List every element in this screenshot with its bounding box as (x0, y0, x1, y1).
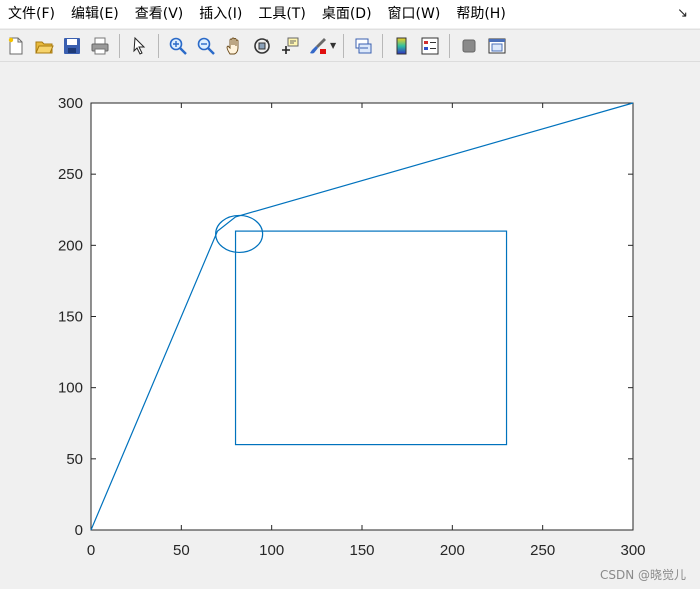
toolbar-separator (119, 33, 120, 58)
y-tick-label: 100 (58, 380, 83, 397)
menu-window[interactable]: 窗口(W) (380, 0, 449, 28)
y-tick-label: 50 (66, 451, 83, 468)
x-tick-label: 100 (259, 542, 284, 559)
print-icon[interactable] (87, 33, 113, 59)
watermark-text: CSDN @晓觉儿 (599, 568, 686, 582)
menu-view[interactable]: 查看(V) (127, 0, 192, 28)
pointer-icon[interactable] (126, 33, 152, 59)
toolbar-separator (343, 33, 345, 58)
zoom-in-icon[interactable] (165, 33, 191, 59)
colorbar-icon[interactable] (389, 33, 415, 59)
hide-plot-tools-icon[interactable] (456, 33, 482, 59)
y-tick-label: 150 (58, 309, 83, 326)
save-icon[interactable] (59, 33, 85, 59)
figure-toolbar: ▼ (0, 29, 700, 62)
menu-help[interactable]: 帮助(H) (448, 0, 513, 28)
rotate-3d-icon[interactable] (249, 33, 275, 59)
figure-canvas: 0 50 100 150 200 250 300 0 50 100 150 200 250 300 CSD… (0, 63, 700, 589)
x-tick-label: 200 (440, 542, 465, 559)
menu-edit[interactable]: 编辑(E) (63, 0, 127, 28)
data-cursor-icon[interactable] (277, 33, 303, 59)
x-tick-label: 300 (620, 542, 645, 559)
show-plot-tools-icon[interactable] (484, 33, 510, 59)
menu-insert[interactable]: 插入(I) (191, 0, 250, 28)
x-tick-label: 0 (87, 542, 95, 559)
toolbar-separator (449, 33, 451, 58)
open-file-icon[interactable] (31, 33, 57, 59)
y-tick-label: 200 (58, 237, 83, 254)
menu-desktop[interactable]: 桌面(D) (314, 0, 380, 28)
menu-file[interactable]: 文件(F) (0, 0, 63, 28)
x-tick-label: 150 (349, 542, 374, 559)
x-tick-label: 250 (530, 542, 555, 559)
brush-dropdown-icon[interactable]: ▼ (330, 41, 336, 50)
new-figure-icon[interactable] (3, 33, 29, 59)
zoom-out-icon[interactable] (193, 33, 219, 59)
toolbar-separator (158, 33, 159, 58)
y-tick-label: 0 (75, 522, 83, 539)
dock-figure-icon[interactable]: ↘ (677, 6, 688, 21)
y-tick-label: 250 (58, 166, 83, 183)
brush-icon[interactable] (305, 33, 331, 59)
x-tick-label: 50 (173, 542, 190, 559)
y-tick-label: 300 (58, 95, 83, 112)
legend-icon[interactable] (417, 33, 443, 59)
menu-tools[interactable]: 工具(T) (250, 0, 313, 28)
link-plot-icon[interactable] (350, 33, 376, 59)
axes-plot[interactable]: 0 50 100 150 200 250 300 0 50 100 150 200 250 300 (0, 63, 700, 589)
axes-background (90, 102, 634, 531)
pan-hand-icon[interactable] (221, 33, 247, 59)
toolbar-separator (382, 33, 384, 58)
menu-bar: 文件(F) 编辑(E) 查看(V) 插入(I) 工具(T) 桌面(D) 窗口(W… (0, 0, 700, 28)
